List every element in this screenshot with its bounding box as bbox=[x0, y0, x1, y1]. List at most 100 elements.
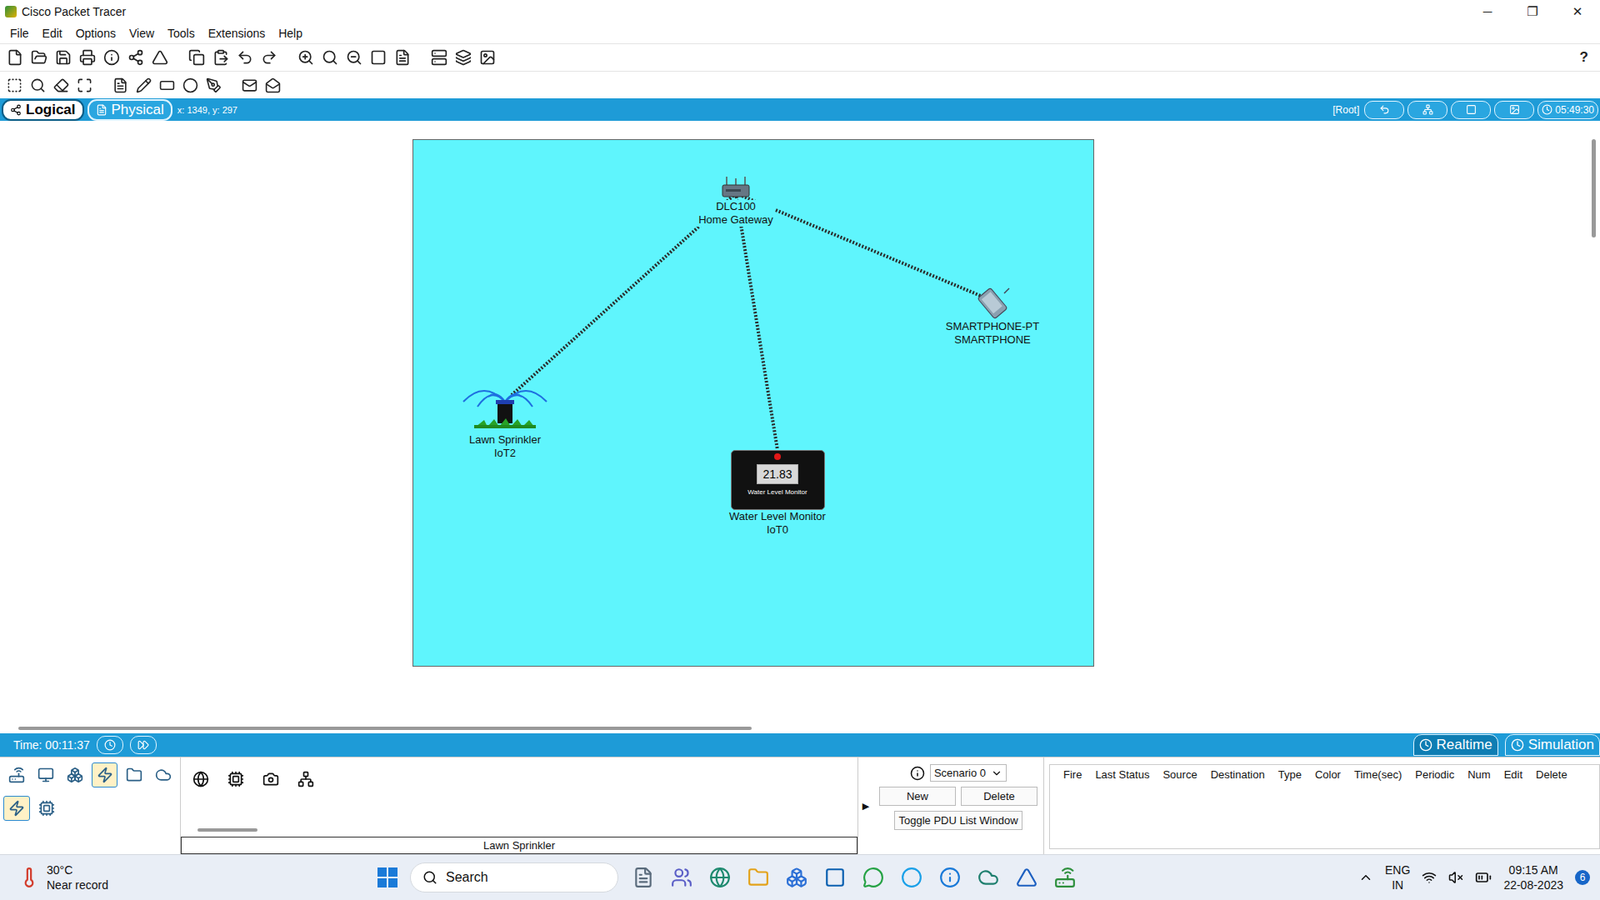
taskbar-app[interactable] bbox=[1013, 864, 1040, 891]
back-button[interactable] bbox=[1364, 100, 1405, 120]
layers-icon[interactable] bbox=[455, 49, 472, 66]
sprinkler-icon[interactable] bbox=[459, 373, 551, 434]
note-icon[interactable] bbox=[112, 77, 129, 94]
weather-widget[interactable]: 30°CNear record bbox=[18, 862, 377, 893]
category-button[interactable] bbox=[91, 762, 118, 788]
taskbar-search[interactable]: Search bbox=[410, 862, 619, 893]
taskbar-app[interactable] bbox=[745, 864, 772, 891]
viewport-icon[interactable] bbox=[394, 49, 411, 66]
workspace-tab[interactable]: Logical bbox=[1, 99, 85, 121]
taskbar-app[interactable] bbox=[936, 864, 964, 891]
device-node[interactable]: 21.83Water Level MonitorWater Level Moni… bbox=[710, 450, 845, 537]
window-control-button[interactable]: ❐ bbox=[1510, 0, 1555, 23]
menu-item[interactable]: File bbox=[3, 26, 36, 40]
zoom-out-icon[interactable] bbox=[345, 49, 363, 66]
device-item[interactable] bbox=[224, 764, 248, 795]
resize-icon[interactable] bbox=[76, 77, 93, 94]
menu-item[interactable]: View bbox=[122, 26, 161, 40]
gateway-icon[interactable] bbox=[720, 175, 752, 200]
window-control-button[interactable]: ─ bbox=[1465, 0, 1510, 23]
toggle-pdu-button[interactable]: Toggle PDU List Window bbox=[894, 810, 1022, 830]
simple-pdu-icon[interactable] bbox=[241, 77, 258, 94]
taskbar-app[interactable] bbox=[668, 864, 695, 891]
palette-icon[interactable] bbox=[370, 49, 387, 66]
taskbar-app[interactable] bbox=[630, 864, 657, 891]
zoom-reset-icon[interactable] bbox=[321, 49, 339, 66]
mode-tab[interactable]: Simulation bbox=[1505, 734, 1600, 756]
taskbar-app[interactable] bbox=[898, 864, 925, 891]
activity-icon[interactable] bbox=[151, 49, 169, 66]
category-button[interactable] bbox=[3, 762, 30, 788]
category-button[interactable] bbox=[62, 762, 89, 788]
device-item[interactable] bbox=[189, 764, 213, 795]
background-button[interactable] bbox=[1494, 100, 1535, 120]
taskbar-app[interactable] bbox=[706, 864, 734, 891]
device-item[interactable] bbox=[259, 764, 283, 795]
subcategory-button[interactable] bbox=[33, 795, 60, 821]
info-icon[interactable] bbox=[910, 765, 925, 781]
viewport-button[interactable] bbox=[1450, 100, 1491, 120]
ellipse-icon[interactable] bbox=[182, 77, 199, 94]
info-icon[interactable] bbox=[103, 49, 120, 66]
server-icon[interactable] bbox=[430, 49, 448, 66]
taskbar-app[interactable] bbox=[1051, 864, 1079, 891]
delete-icon[interactable] bbox=[53, 77, 70, 94]
category-button[interactable] bbox=[32, 762, 59, 788]
copy-icon[interactable] bbox=[188, 49, 205, 66]
redo-icon[interactable] bbox=[260, 49, 278, 66]
wireless-link[interactable] bbox=[735, 193, 778, 450]
power-cycle-button[interactable] bbox=[96, 735, 124, 755]
device-item[interactable] bbox=[294, 764, 318, 795]
open-icon[interactable] bbox=[30, 49, 48, 66]
zoom-in-icon[interactable] bbox=[297, 49, 315, 66]
taskbar-app[interactable] bbox=[975, 864, 1002, 891]
freeform-icon[interactable] bbox=[205, 77, 222, 94]
cluster-button[interactable] bbox=[1407, 100, 1448, 120]
draw-line-icon[interactable] bbox=[135, 77, 152, 94]
language[interactable]: ENGIN bbox=[1385, 862, 1410, 893]
device-node[interactable]: Lawn SprinklerIoT2 bbox=[450, 373, 560, 460]
notification-badge[interactable]: 6 bbox=[1575, 870, 1590, 885]
scenario-button[interactable]: Delete bbox=[960, 786, 1038, 806]
menu-item[interactable]: Options bbox=[69, 26, 123, 40]
image-icon[interactable] bbox=[479, 49, 496, 66]
taskbar-app[interactable] bbox=[821, 864, 849, 891]
paste-icon[interactable] bbox=[212, 49, 230, 66]
help-button[interactable]: ? bbox=[1580, 49, 1594, 66]
clock-button[interactable]: 05:49:30 bbox=[1537, 100, 1599, 120]
device-node[interactable]: SMARTPHONE-PTSMARTPHONE bbox=[942, 286, 1043, 347]
device-node[interactable]: DLC100Home Gateway bbox=[685, 175, 786, 227]
select-icon[interactable] bbox=[6, 77, 23, 94]
new-icon[interactable] bbox=[6, 49, 24, 66]
chevron-up-icon[interactable] bbox=[1358, 870, 1374, 885]
menu-item[interactable]: Edit bbox=[35, 26, 70, 40]
battery-icon[interactable] bbox=[1475, 869, 1492, 886]
taskbar-app[interactable] bbox=[783, 864, 810, 891]
collapse-button[interactable]: ▶ bbox=[858, 757, 874, 855]
water-monitor-icon[interactable]: 21.83Water Level Monitor bbox=[730, 450, 825, 510]
workspace-tab[interactable]: Physical bbox=[87, 99, 173, 121]
category-button[interactable] bbox=[150, 762, 177, 788]
subcategory-button[interactable] bbox=[3, 795, 30, 821]
scenario-select[interactable]: Scenario 0 bbox=[930, 764, 1007, 782]
menu-item[interactable]: Tools bbox=[160, 26, 202, 40]
undo-icon[interactable] bbox=[236, 49, 254, 66]
complex-pdu-icon[interactable] bbox=[265, 77, 281, 94]
fast-forward-button[interactable] bbox=[130, 735, 157, 755]
volume-muted-icon[interactable] bbox=[1448, 870, 1464, 885]
wifi-icon[interactable] bbox=[1421, 870, 1437, 885]
menu-item[interactable]: Extensions bbox=[201, 26, 272, 40]
menu-item[interactable]: Help bbox=[271, 26, 310, 40]
print-icon[interactable] bbox=[79, 49, 96, 66]
category-button[interactable] bbox=[120, 762, 147, 788]
window-control-button[interactable]: ✕ bbox=[1555, 0, 1600, 23]
mode-tab[interactable]: Realtime bbox=[1413, 734, 1499, 756]
save-icon[interactable] bbox=[55, 49, 72, 66]
inspect-icon[interactable] bbox=[30, 77, 46, 94]
scenario-button[interactable]: New bbox=[879, 786, 956, 806]
device-scrollbar[interactable] bbox=[197, 828, 258, 832]
windows-start-icon[interactable] bbox=[376, 866, 399, 889]
network-icon[interactable] bbox=[127, 49, 145, 66]
smartphone-icon[interactable] bbox=[972, 286, 1013, 320]
taskbar-app[interactable] bbox=[860, 864, 887, 891]
